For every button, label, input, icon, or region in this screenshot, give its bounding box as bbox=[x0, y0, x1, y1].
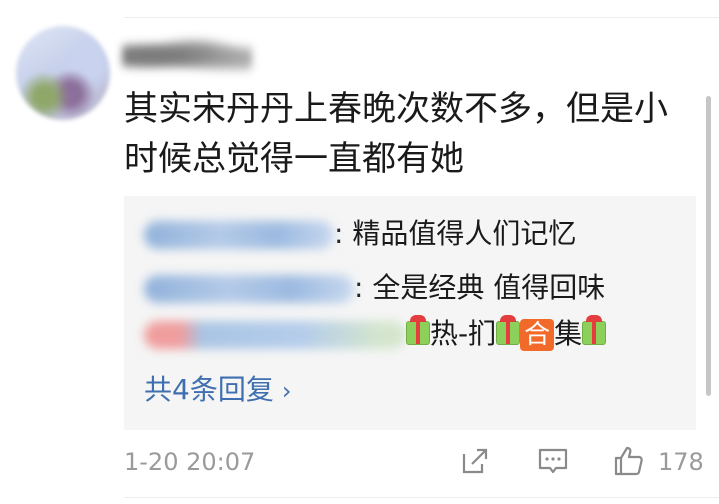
scrollbar[interactable] bbox=[706, 96, 711, 396]
comment-icon[interactable] bbox=[536, 444, 570, 478]
reply-text: : 全是经典 值得回味 bbox=[354, 271, 606, 304]
reply-item[interactable]: 热-扪合集 bbox=[144, 314, 607, 354]
replies-box[interactable]: : 精品值得人们记忆 : 全是经典 值得回味 热-扪合集 共4条回复 › bbox=[124, 196, 696, 430]
gift-emoji-icon bbox=[582, 315, 607, 345]
comment-text: 其实宋丹丹上春晚次数不多，但是小时候总觉得一直都有她 bbox=[124, 89, 668, 179]
reply-author-blurred[interactable] bbox=[144, 221, 334, 249]
reply-item[interactable]: : 精品值得人们记忆 bbox=[144, 214, 576, 254]
avatar[interactable] bbox=[16, 26, 110, 120]
bottom-divider bbox=[124, 497, 719, 498]
comment-timestamp: 1-20 20:07 bbox=[124, 448, 256, 476]
more-replies-label: 共4条回复 bbox=[144, 373, 274, 406]
gift-emoji-icon bbox=[406, 315, 430, 345]
chevron-right-icon: › bbox=[281, 377, 292, 405]
more-replies-link[interactable]: 共4条回复 › bbox=[144, 368, 291, 408]
share-icon[interactable] bbox=[458, 444, 492, 478]
username-blurred[interactable] bbox=[122, 33, 252, 79]
he-badge: 合 bbox=[520, 319, 555, 351]
like-count: 178 bbox=[658, 448, 704, 476]
gift-emoji-icon bbox=[496, 315, 521, 345]
top-divider bbox=[124, 17, 719, 18]
reply-author-blurred[interactable] bbox=[144, 321, 406, 349]
reply-item[interactable]: : 全是经典 值得回味 bbox=[144, 268, 605, 308]
like-icon[interactable] bbox=[612, 444, 646, 478]
reply-text-suffix: 集 bbox=[554, 317, 583, 350]
reply-text-prefix: 热-扪 bbox=[430, 317, 497, 350]
reply-text: : 精品值得人们记忆 bbox=[334, 217, 577, 250]
reply-author-blurred[interactable] bbox=[144, 275, 354, 303]
